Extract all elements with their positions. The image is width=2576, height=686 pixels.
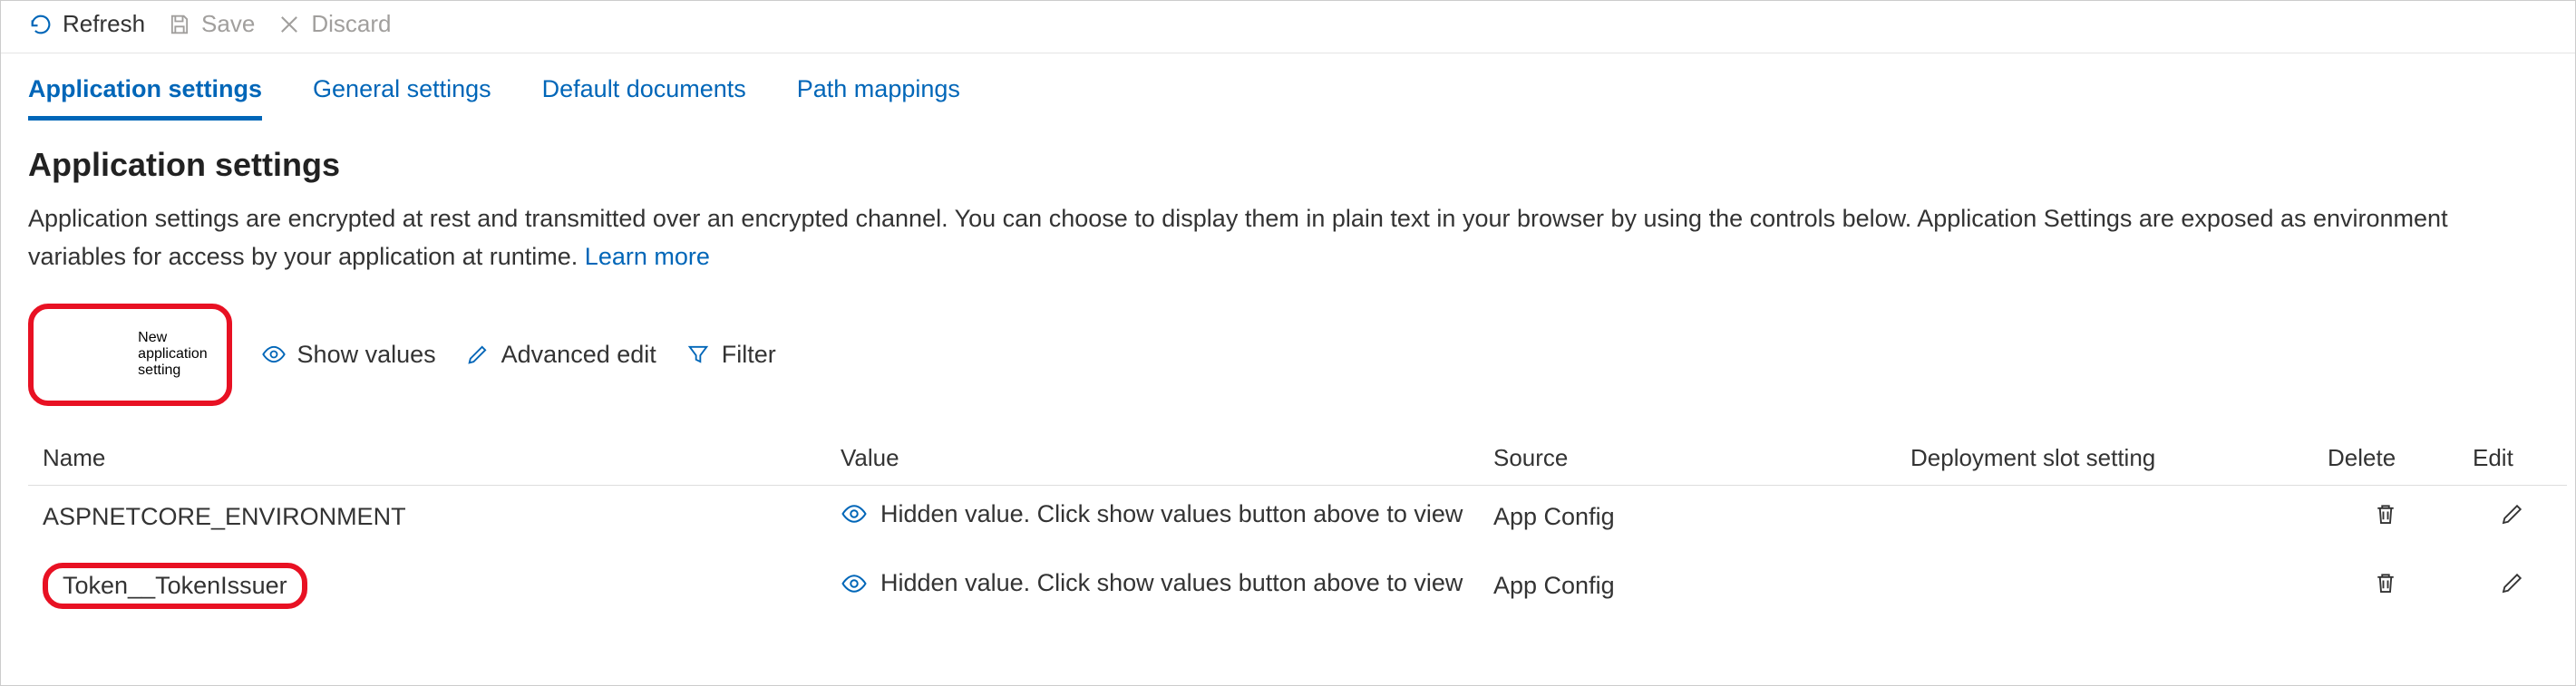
hidden-value-text: Hidden value. Click show values button a… (880, 500, 1463, 528)
save-label: Save (201, 10, 255, 38)
eye-icon (261, 342, 287, 367)
filter-label: Filter (722, 341, 776, 369)
col-slot[interactable]: Deployment slot setting (1896, 431, 2313, 486)
show-values-label: Show values (297, 341, 436, 369)
hidden-value-text: Hidden value. Click show values button a… (880, 569, 1463, 597)
delete-button[interactable] (2372, 500, 2399, 527)
refresh-icon (28, 12, 53, 37)
advanced-edit-label: Advanced edit (501, 341, 656, 369)
save-icon (167, 12, 192, 37)
tab-path-mappings[interactable]: Path mappings (797, 75, 960, 121)
discard-button: Discard (277, 10, 391, 38)
table-row: Token__TokenIssuer Hidden value. Click s… (28, 548, 2567, 623)
col-name[interactable]: Name (28, 431, 826, 486)
edit-button[interactable] (2499, 569, 2526, 596)
pencil-icon (2499, 500, 2526, 527)
tab-default-documents[interactable]: Default documents (542, 75, 746, 121)
save-button: Save (167, 10, 255, 38)
col-delete: Delete (2313, 431, 2458, 486)
advanced-edit-button[interactable]: Advanced edit (465, 341, 656, 369)
setting-name-link[interactable]: Token__TokenIssuer (43, 563, 307, 609)
col-value[interactable]: Value (826, 431, 1479, 486)
table-row: ASPNETCORE_ENVIRONMENT Hidden value. Cli… (28, 485, 2567, 548)
section-description-text: Application settings are encrypted at re… (28, 205, 2448, 270)
discard-label: Discard (311, 10, 391, 38)
refresh-button[interactable]: Refresh (28, 10, 145, 38)
source-cell: App Config (1479, 548, 1896, 623)
section-title: Application settings (28, 146, 2548, 184)
pencil-icon (2499, 569, 2526, 596)
refresh-label: Refresh (63, 10, 145, 38)
tab-strip: Application settings General settings De… (28, 75, 2548, 121)
filter-button[interactable]: Filter (685, 341, 776, 369)
new-application-setting-button[interactable]: New application setting (28, 304, 232, 406)
col-edit: Edit (2458, 431, 2567, 486)
show-values-button[interactable]: Show values (261, 341, 436, 369)
command-bar: Refresh Save Discard (1, 1, 2575, 53)
delete-button[interactable] (2372, 569, 2399, 596)
close-icon (277, 12, 302, 37)
new-application-setting-label: New application setting (138, 330, 209, 379)
eye-icon[interactable] (841, 500, 868, 527)
learn-more-link[interactable]: Learn more (585, 243, 710, 270)
plus-icon (50, 316, 127, 393)
trash-icon (2372, 569, 2399, 596)
tab-application-settings[interactable]: Application settings (28, 75, 262, 121)
trash-icon (2372, 500, 2399, 527)
table-header-row: Name Value Source Deployment slot settin… (28, 431, 2567, 486)
section-description: Application settings are encrypted at re… (28, 200, 2531, 276)
pencil-icon (465, 342, 491, 367)
eye-icon[interactable] (841, 570, 868, 597)
tab-general-settings[interactable]: General settings (313, 75, 491, 121)
slot-cell (1896, 548, 2313, 623)
slot-cell (1896, 485, 2313, 548)
source-cell: App Config (1479, 485, 1896, 548)
actions-row: New application setting Show values Adva… (28, 304, 2548, 406)
filter-icon (685, 342, 711, 367)
setting-name-link[interactable]: ASPNETCORE_ENVIRONMENT (43, 503, 406, 530)
edit-button[interactable] (2499, 500, 2526, 527)
settings-table: Name Value Source Deployment slot settin… (28, 431, 2567, 624)
col-source[interactable]: Source (1479, 431, 1896, 486)
